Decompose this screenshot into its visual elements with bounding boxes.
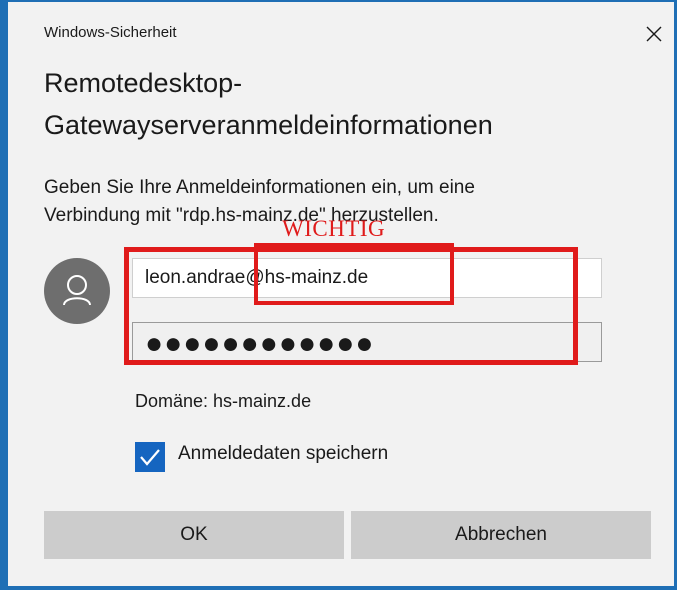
heading-line-1: Remotedesktop- [44, 68, 243, 98]
remember-checkbox[interactable] [135, 442, 165, 472]
ok-button[interactable]: OK [44, 511, 344, 559]
cancel-button[interactable]: Abbrechen [351, 511, 651, 559]
window-edge-bottom [0, 586, 677, 590]
remember-label[interactable]: Anmeldedaten speichern [178, 443, 388, 465]
security-dialog: Windows-Sicherheit Remotedesktop- Gatewa… [8, 0, 674, 586]
window-edge-left [0, 0, 8, 590]
username-input[interactable]: leon.andrae@hs-mainz.de [132, 258, 602, 298]
username-value: leon.andrae@hs-mainz.de [145, 267, 369, 288]
checkmark-icon [140, 449, 160, 466]
close-icon[interactable] [642, 22, 666, 46]
description-line-1: Geben Sie Ihre Anmeldeinformationen ein,… [44, 177, 475, 198]
heading-line-2: Gatewayserveranmeldeinformationen [44, 110, 493, 140]
domain-label: Domäne: hs-mainz.de [135, 391, 312, 411]
password-value: ●●●●●●●●●●●● [145, 327, 375, 360]
annotation-label: WICHTIG [282, 216, 386, 241]
dialog-heading: Remotedesktop- Gatewayserveranmeldeinfor… [44, 62, 644, 146]
user-avatar-icon [44, 258, 110, 324]
window-title: Windows-Sicherheit [44, 24, 177, 41]
password-input[interactable]: ●●●●●●●●●●●● [132, 322, 602, 362]
